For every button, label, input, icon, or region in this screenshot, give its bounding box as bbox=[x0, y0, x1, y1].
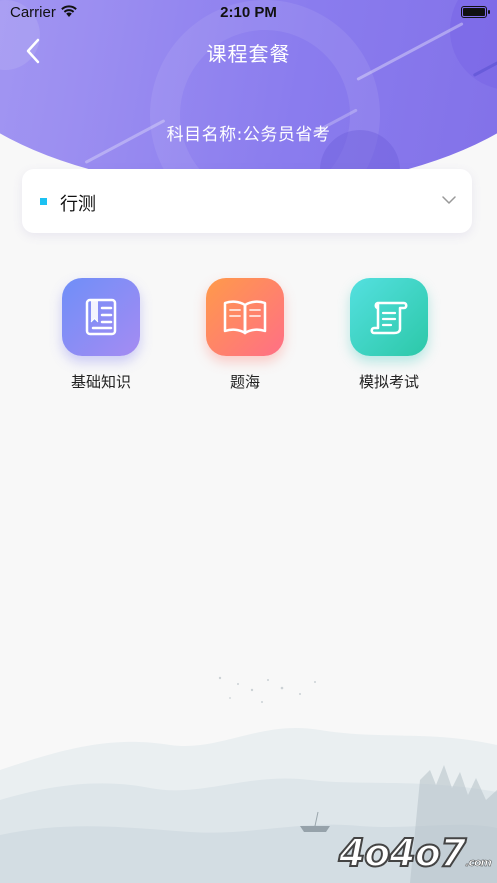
status-bar: Carrier 2:10 PM bbox=[0, 0, 497, 26]
watermark-suffix: .com bbox=[465, 856, 492, 870]
battery-icon bbox=[461, 6, 490, 18]
subject-selector[interactable]: 行测 bbox=[22, 169, 472, 233]
menu-label: 模拟考试 bbox=[358, 373, 419, 391]
clock: 2:10 PM bbox=[220, 4, 277, 21]
subject-name: 科目名称:公务员省考 bbox=[166, 125, 331, 145]
scroll-icon bbox=[350, 278, 428, 356]
menu-item-mock-exam[interactable]: 模拟考试 bbox=[334, 278, 444, 392]
watermark-text: 4o4o7 bbox=[338, 830, 468, 876]
open-book-icon bbox=[206, 278, 284, 356]
header-background bbox=[0, 0, 497, 190]
page-title: 课程套餐 bbox=[206, 42, 291, 66]
selector-marker bbox=[40, 198, 47, 205]
menu-item-question-bank[interactable]: 题海 bbox=[190, 278, 300, 392]
site-watermark: 4o4o7.com bbox=[338, 830, 492, 876]
selector-value: 行测 bbox=[60, 194, 96, 215]
menu-label: 基础知识 bbox=[70, 373, 131, 391]
notebook-icon bbox=[62, 278, 140, 356]
chevron-down-icon bbox=[442, 196, 456, 204]
menu-label: 题海 bbox=[229, 373, 260, 391]
menu-item-basics[interactable]: 基础知识 bbox=[46, 278, 156, 392]
